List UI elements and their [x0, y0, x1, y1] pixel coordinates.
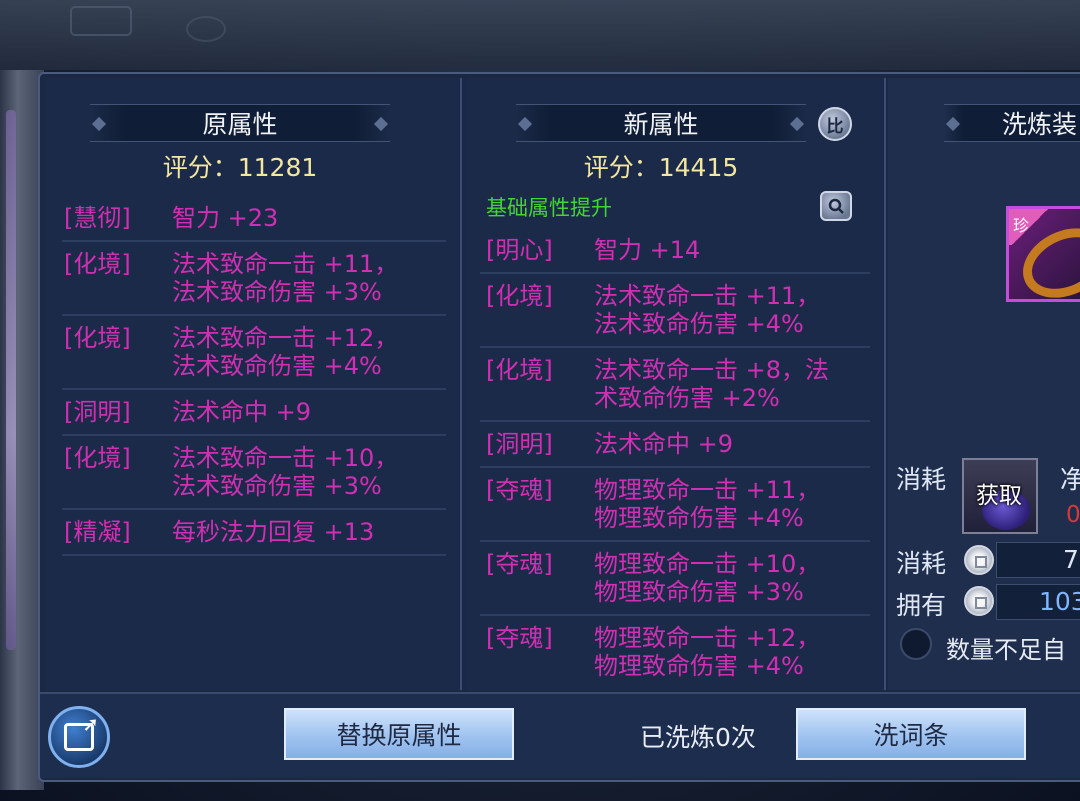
divider: [62, 388, 446, 390]
auto-buy-toggle[interactable]: [900, 628, 932, 660]
own-coin-value: 103: [996, 584, 1080, 620]
attr-tag: [慧彻]: [64, 204, 131, 232]
attr-value: 法术致命一击 +12， 法术致命伤害 +4%: [172, 324, 399, 380]
compare-label: 比: [826, 116, 844, 137]
attr-tag: [精凝]: [64, 518, 131, 546]
new-score: 评分：14415: [583, 153, 739, 182]
background-ornament-icon: [186, 16, 226, 42]
attr-tag: [化境]: [64, 250, 131, 278]
original-attr-row-4: [洞明] 法术命中 +9: [64, 398, 444, 426]
own-label: 拥有: [896, 591, 947, 620]
magnify-glyph: [828, 198, 844, 214]
divider: [62, 554, 446, 556]
new-attr-row-5: [夺魂] 物理致命一击 +11， 物理致命伤害 +4%: [486, 476, 870, 532]
attr-tag: [洞明]: [486, 430, 553, 458]
attr-value: 法术致命一击 +11， 法术致命伤害 +3%: [172, 250, 399, 306]
get-material-label: 获取: [976, 483, 1022, 509]
divider: [62, 314, 446, 316]
share-icon: [64, 712, 99, 751]
attr-tag: [夺魂]: [486, 476, 553, 504]
original-attributes-title: 原属性: [90, 104, 390, 142]
material-name: 净: [1060, 465, 1080, 494]
new-attributes-title: 新属性: [516, 104, 806, 142]
attr-tag: [化境]: [64, 444, 131, 472]
original-attr-row-2: [化境] 法术致命一击 +11， 法术致命伤害 +3%: [64, 250, 444, 306]
divider: [480, 420, 870, 422]
replace-original-button[interactable]: 替换原属性: [284, 708, 514, 760]
divider: [62, 434, 446, 436]
attr-tag: [化境]: [486, 356, 553, 384]
original-attr-row-1: [慧彻] 智力 +23: [64, 204, 444, 232]
coin-icon: [964, 545, 994, 575]
attr-value: 每秒法力回复 +13: [172, 518, 375, 546]
attr-value: 法术致命一击 +8，法 术致命伤害 +2%: [594, 356, 830, 412]
attr-value: 物理致命一击 +11， 物理致命伤害 +4%: [594, 476, 821, 532]
cost-label-material: 消耗: [896, 465, 947, 494]
original-attributes-title-text: 原属性: [202, 110, 278, 139]
divider: [62, 240, 446, 242]
attr-value: 智力 +23: [172, 204, 279, 232]
wash-count-label: 已洗炼0次: [640, 723, 756, 752]
new-attributes-title-text: 新属性: [623, 110, 699, 139]
material-count: 0: [1066, 502, 1080, 528]
wash-entry-button[interactable]: 洗词条: [796, 708, 1026, 760]
original-attr-row-5: [化境] 法术致命一击 +10， 法术致命伤害 +3%: [64, 444, 444, 500]
background-top-bar: [0, 0, 1080, 70]
divider: [480, 466, 870, 468]
new-attr-row-4: [洞明] 法术命中 +9: [486, 430, 870, 458]
attr-value: 物理致命一击 +12， 物理致命伤害 +4%: [594, 624, 821, 680]
new-attr-row-7: [夺魂] 物理致命一击 +12， 物理致命伤害 +4%: [486, 624, 870, 680]
divider: [480, 272, 870, 274]
original-attr-row-6: [精凝] 每秒法力回复 +13: [64, 518, 444, 546]
new-attr-row-1: [明心] 智力 +14: [486, 236, 870, 264]
rare-badge: 珍: [1009, 209, 1051, 245]
share-button[interactable]: [48, 706, 110, 768]
attr-value: 法术致命一击 +10， 法术致命伤害 +3%: [172, 444, 399, 500]
attr-value: 物理致命一击 +10， 物理致命伤害 +3%: [594, 550, 821, 606]
attr-value: 智力 +14: [594, 236, 701, 264]
new-attr-row-2: [化境] 法术致命一击 +11， 法术致命伤害 +4%: [486, 282, 870, 338]
refine-equipment-title: 洗炼装: [944, 104, 1080, 142]
divider: [62, 508, 446, 510]
original-attr-row-3: [化境] 法术致命一击 +12， 法术致命伤害 +4%: [64, 324, 444, 380]
divider: [480, 540, 870, 542]
ribbon-decoration: [6, 110, 16, 650]
attr-value: 法术命中 +9: [594, 430, 734, 458]
attr-tag: [化境]: [64, 324, 131, 352]
new-attr-row-3: [化境] 法术致命一击 +8，法 术致命伤害 +2%: [486, 356, 870, 412]
magnify-icon[interactable]: [820, 191, 852, 221]
background-badge-icon: [70, 6, 132, 36]
attr-tag: [明心]: [486, 236, 553, 264]
auto-buy-label: 数量不足自: [946, 636, 1066, 664]
coin-cost-value: 7: [996, 542, 1080, 578]
attr-tag: [夺魂]: [486, 624, 553, 652]
attr-tag: [化境]: [486, 282, 553, 310]
divider: [480, 614, 870, 616]
equipment-slot[interactable]: 珍: [1006, 206, 1080, 312]
material-slot[interactable]: 获取: [962, 458, 1038, 534]
attr-value: 法术命中 +9: [172, 398, 312, 426]
attr-tag: [洞明]: [64, 398, 131, 426]
cost-label-coin: 消耗: [896, 549, 947, 578]
base-attribute-boost-note: 基础属性提升: [486, 196, 612, 220]
original-score: 评分：11281: [162, 153, 318, 182]
new-attr-row-6: [夺魂] 物理致命一击 +10， 物理致命伤害 +3%: [486, 550, 870, 606]
attr-value: 法术致命一击 +11， 法术致命伤害 +4%: [594, 282, 821, 338]
attr-tag: [夺魂]: [486, 550, 553, 578]
refine-equipment-title-text: 洗炼装: [1002, 110, 1078, 139]
divider: [480, 346, 870, 348]
compare-icon[interactable]: 比: [818, 107, 852, 141]
coin-icon: [964, 586, 994, 616]
